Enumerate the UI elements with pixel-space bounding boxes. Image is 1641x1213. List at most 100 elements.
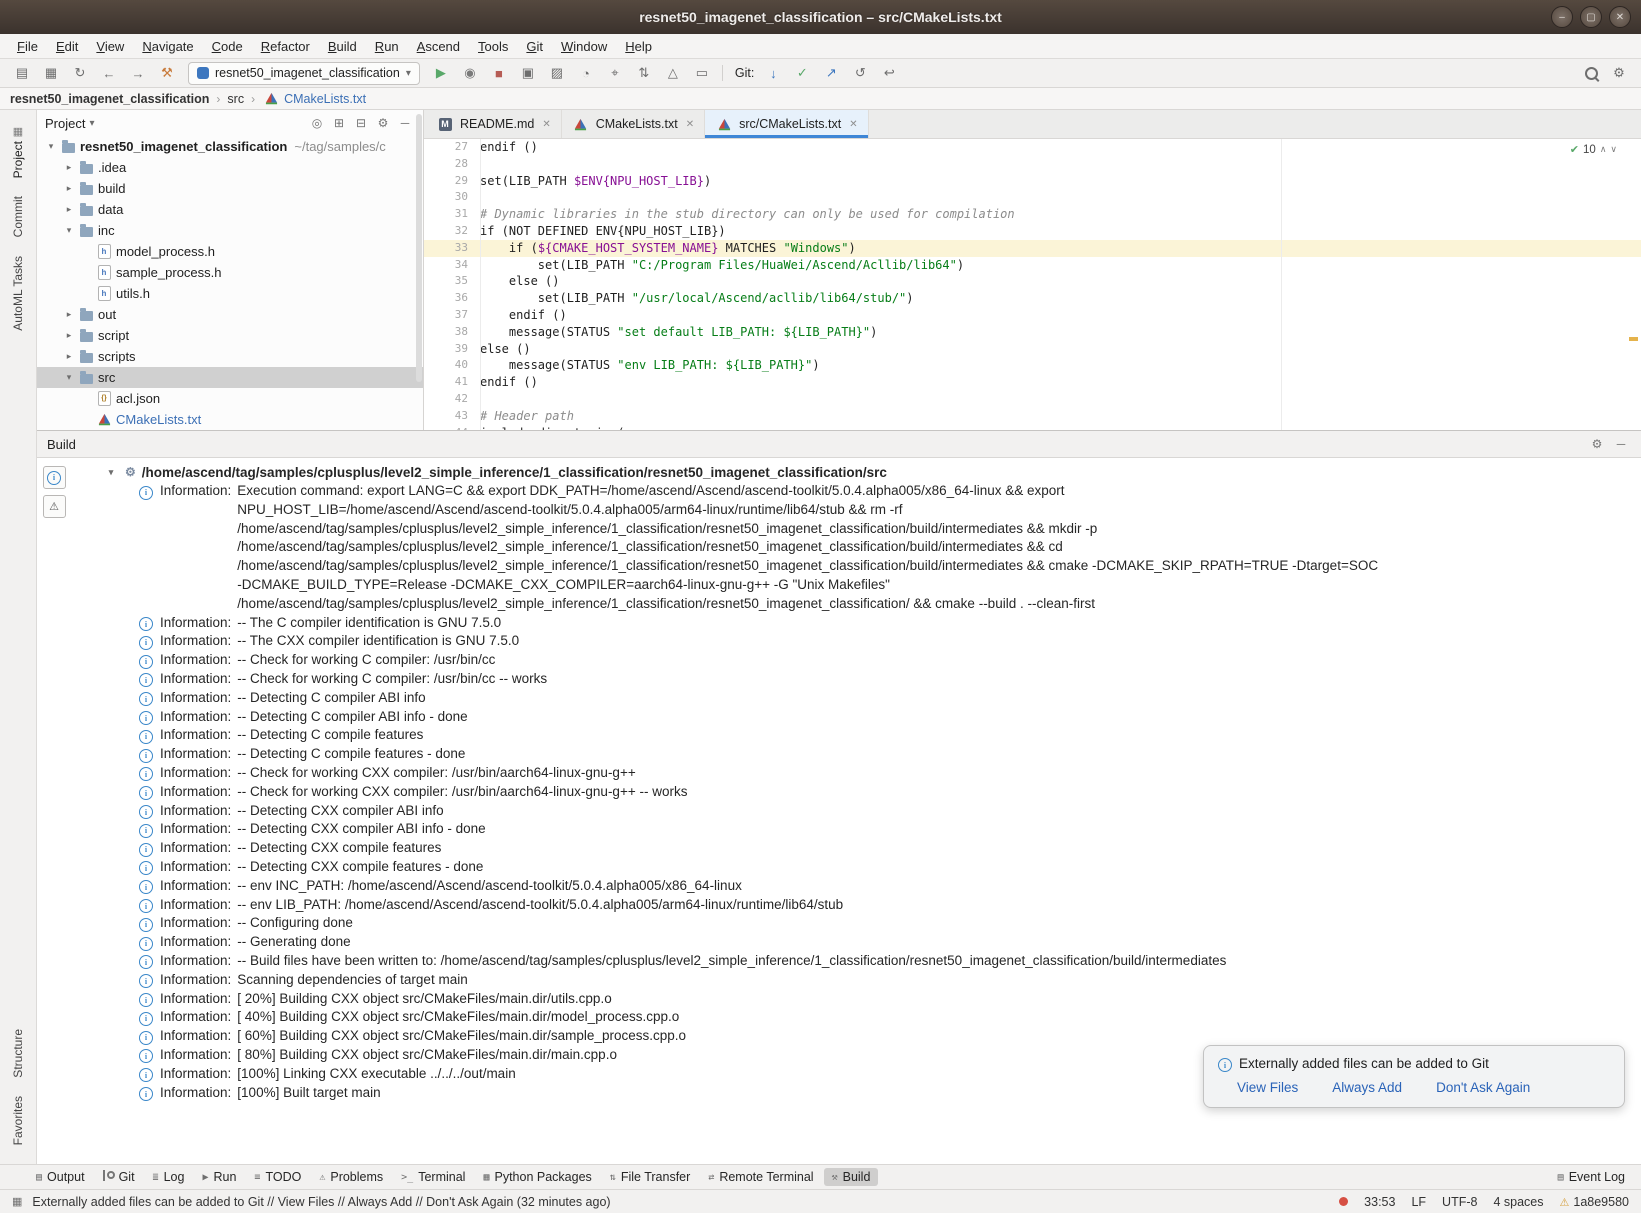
rollback-icon[interactable]: ↩	[875, 62, 903, 84]
tool-window-switcher-icon[interactable]: ▦	[12, 1195, 22, 1208]
line-ending[interactable]: LF	[1411, 1195, 1426, 1209]
tree-item-utils-h[interactable]: h utils.h	[37, 283, 423, 304]
menu-tools[interactable]: Tools	[469, 37, 517, 56]
menu-build[interactable]: Build	[319, 37, 366, 56]
code-line[interactable]: 41 endif ()	[424, 374, 1641, 391]
info-filter-icon[interactable]: i	[42, 466, 66, 489]
tree-item-build[interactable]: ▸ build	[37, 178, 423, 199]
cursor-position[interactable]: 33:53	[1364, 1195, 1395, 1209]
tree-item-cmakelists-txt[interactable]: CMakeLists.txt	[37, 409, 423, 430]
code-line[interactable]: 30	[424, 189, 1641, 206]
breadcrumb-item-src[interactable]: src	[227, 92, 244, 106]
notification-action-always-add[interactable]: Always Add	[1332, 1080, 1402, 1095]
tree-scrollbar[interactable]	[416, 114, 422, 382]
tool-window-button-event-log[interactable]: ▤ Event Log	[1550, 1168, 1633, 1186]
collapse-all-icon[interactable]: ⊟	[351, 114, 371, 132]
minimize-button[interactable]: –	[1551, 6, 1573, 28]
tab-cmakelists-txt[interactable]: CMakeLists.txt ✕	[562, 110, 706, 138]
hide-icon[interactable]: ─	[1611, 435, 1631, 453]
prev-inspection-icon[interactable]: ∧	[1600, 144, 1607, 155]
tree-item-acl-json[interactable]: {} acl.json	[37, 388, 423, 409]
notification-action-don-t-ask-again[interactable]: Don't Ask Again	[1436, 1080, 1530, 1095]
menu-file[interactable]: File	[8, 37, 47, 56]
notification-balloon[interactable]: i Externally added files can be added to…	[1203, 1044, 1625, 1108]
code-line[interactable]: 36 set(LIB_PATH "/usr/local/Ascend/aclli…	[424, 290, 1641, 307]
code-line[interactable]: 43 # Header path	[424, 408, 1641, 425]
tree-item-script[interactable]: ▸ script	[37, 325, 423, 346]
terminal-icon[interactable]: ▭	[688, 62, 716, 84]
update-project-icon[interactable]: ↓	[759, 62, 787, 84]
code-line[interactable]: 31 # Dynamic libraries in the stub direct…	[424, 206, 1641, 223]
tool-window-button-remote-terminal[interactable]: ⇄ Remote Terminal	[700, 1168, 821, 1186]
open-icon[interactable]: ▤	[8, 62, 36, 84]
tool-window-button-problems[interactable]: ⚠ Problems	[311, 1168, 391, 1186]
stripe-tab-project[interactable]: ▦ Project	[11, 125, 25, 178]
tab-readme-md[interactable]: M README.md ✕	[426, 110, 562, 138]
tree-item-inc[interactable]: ▾ inc	[37, 220, 423, 241]
stripe-tab-commit[interactable]: Commit	[11, 196, 25, 237]
code-line[interactable]: 32 if (NOT DEFINED ENV{NPU_HOST_LIB})	[424, 223, 1641, 240]
build-root-node[interactable]: ▾ ⚙ /home/ascend/tag/samples/cplusplus/l…	[71, 462, 1641, 482]
close-icon[interactable]: ✕	[849, 119, 857, 130]
settings-icon[interactable]: ⚙	[373, 114, 393, 132]
debug-icon[interactable]: ◉	[456, 62, 484, 84]
tree-item-idea[interactable]: ▸ .idea	[37, 157, 423, 178]
run-configurations-icon[interactable]: ▣	[514, 62, 542, 84]
code-line[interactable]: 40 message(STATUS "env LIB_PATH: ${LIB_P…	[424, 357, 1641, 374]
tool-window-button-output[interactable]: ▤ Output	[28, 1168, 93, 1186]
editor[interactable]: 27 endif () 28 29 set(LIB_PATH $ENV{NPU_HOST…	[424, 139, 1641, 430]
menu-run[interactable]: Run	[366, 37, 408, 56]
menu-help[interactable]: Help	[616, 37, 661, 56]
tree-item-resnet50-imagenet-classification[interactable]: ▾ resnet50_imagenet_classification ~/tag/s…	[37, 136, 423, 157]
menu-navigate[interactable]: Navigate	[133, 37, 202, 56]
maximize-button[interactable]: ▢	[1580, 6, 1602, 28]
tree-item-data[interactable]: ▸ data	[37, 199, 423, 220]
push-icon[interactable]: ↗	[817, 62, 845, 84]
error-stripe-mark[interactable]	[1629, 337, 1638, 341]
project-panel-title[interactable]: Project	[45, 116, 85, 131]
tree-item-out[interactable]: ▸ out	[37, 304, 423, 325]
menu-git[interactable]: Git	[517, 37, 552, 56]
tool-window-button-git[interactable]: Git	[95, 1168, 143, 1186]
encoding[interactable]: UTF-8	[1442, 1195, 1477, 1209]
code-line[interactable]: 35 else ()	[424, 273, 1641, 290]
warning-filter-icon[interactable]: ⚠	[42, 495, 66, 518]
breadcrumb-item-cmakelists-txt[interactable]: CMakeLists.txt	[262, 92, 366, 106]
commit-icon[interactable]: ✓	[788, 62, 816, 84]
settings-icon[interactable]: ⚙	[1587, 435, 1607, 453]
breadcrumb-item-resnet50-imagenet-classification[interactable]: resnet50_imagenet_classification	[10, 92, 209, 106]
menu-refactor[interactable]: Refactor	[252, 37, 319, 56]
tab-src-cmakelists-txt[interactable]: src/CMakeLists.txt ✕	[705, 110, 869, 138]
ascend-icon[interactable]: △	[659, 62, 687, 84]
code-line[interactable]: 28	[424, 156, 1641, 173]
stripe-tab-automl-tasks[interactable]: AutoML Tasks	[11, 256, 25, 331]
tool-window-button-todo[interactable]: ≡ TODO	[246, 1168, 309, 1186]
history-icon[interactable]: ↺	[846, 62, 874, 84]
tool-window-button-log[interactable]: ≣ Log	[145, 1168, 193, 1186]
stop-icon[interactable]: ■	[485, 62, 513, 84]
save-all-icon[interactable]: ▦	[37, 62, 65, 84]
coverage-icon[interactable]: ▨	[543, 62, 571, 84]
close-icon[interactable]: ✕	[542, 119, 550, 130]
profiler-icon[interactable]: ◔	[572, 62, 600, 84]
indent-style[interactable]: 4 spaces	[1493, 1195, 1543, 1209]
code-line[interactable]: 37 endif ()	[424, 307, 1641, 324]
sync-files-icon[interactable]: ⇅	[630, 62, 658, 84]
code-line[interactable]: 29 set(LIB_PATH $ENV{NPU_HOST_LIB})	[424, 173, 1641, 190]
tree-item-model-process-h[interactable]: h model_process.h	[37, 241, 423, 262]
title-bar[interactable]: resnet50_imagenet_classification – src/C…	[0, 0, 1641, 34]
chevron-down-icon[interactable]: ▾	[89, 118, 94, 129]
chevron-down-icon[interactable]: ▾	[103, 467, 119, 478]
menu-ascend[interactable]: Ascend	[408, 37, 469, 56]
search-everywhere-icon[interactable]	[1577, 62, 1605, 84]
code-line[interactable]: 38 message(STATUS "set default LIB_PATH:…	[424, 324, 1641, 341]
hide-icon[interactable]: ─	[395, 114, 415, 132]
tool-window-button-run[interactable]: ▶ Run	[194, 1168, 244, 1186]
forward-icon[interactable]: →	[124, 62, 152, 84]
attach-icon[interactable]: ⌖	[601, 62, 629, 84]
inspections-widget[interactable]: ✔ 10 ∧ ∨	[1565, 142, 1621, 157]
status-message[interactable]: Externally added files can be added to G…	[32, 1195, 610, 1209]
expand-all-icon[interactable]: ⊞	[329, 114, 349, 132]
code-line[interactable]: 33 if (${CMAKE_HOST_SYSTEM_NAME} MATCHES…	[424, 239, 1641, 257]
tree-item-src[interactable]: ▾ src	[37, 367, 423, 388]
